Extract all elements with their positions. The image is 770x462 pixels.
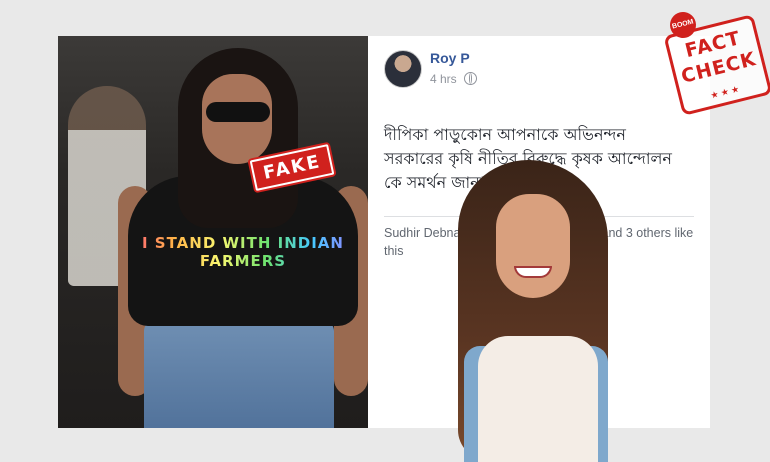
sunglasses xyxy=(206,102,270,122)
woman-face xyxy=(496,194,570,298)
post-time[interactable]: 4 hrs xyxy=(430,72,457,86)
smile xyxy=(514,266,552,278)
avatar[interactable] xyxy=(384,50,422,88)
globe-icon xyxy=(464,72,477,85)
floral-top xyxy=(478,336,598,462)
jeans xyxy=(144,321,334,428)
image-frame: I STAND WITH INDIAN FARMERS Roy P 4 hrs … xyxy=(58,36,710,428)
post-author[interactable]: Roy P xyxy=(430,50,470,66)
fact-check-stamp: FACT CHECK ★ ★ ★ BOOM xyxy=(663,9,770,116)
smiling-woman-photo xyxy=(458,160,608,462)
tshirt-slogan: I STAND WITH INDIAN FARMERS xyxy=(128,234,358,270)
woman-photo: I STAND WITH INDIAN FARMERS xyxy=(58,36,368,428)
